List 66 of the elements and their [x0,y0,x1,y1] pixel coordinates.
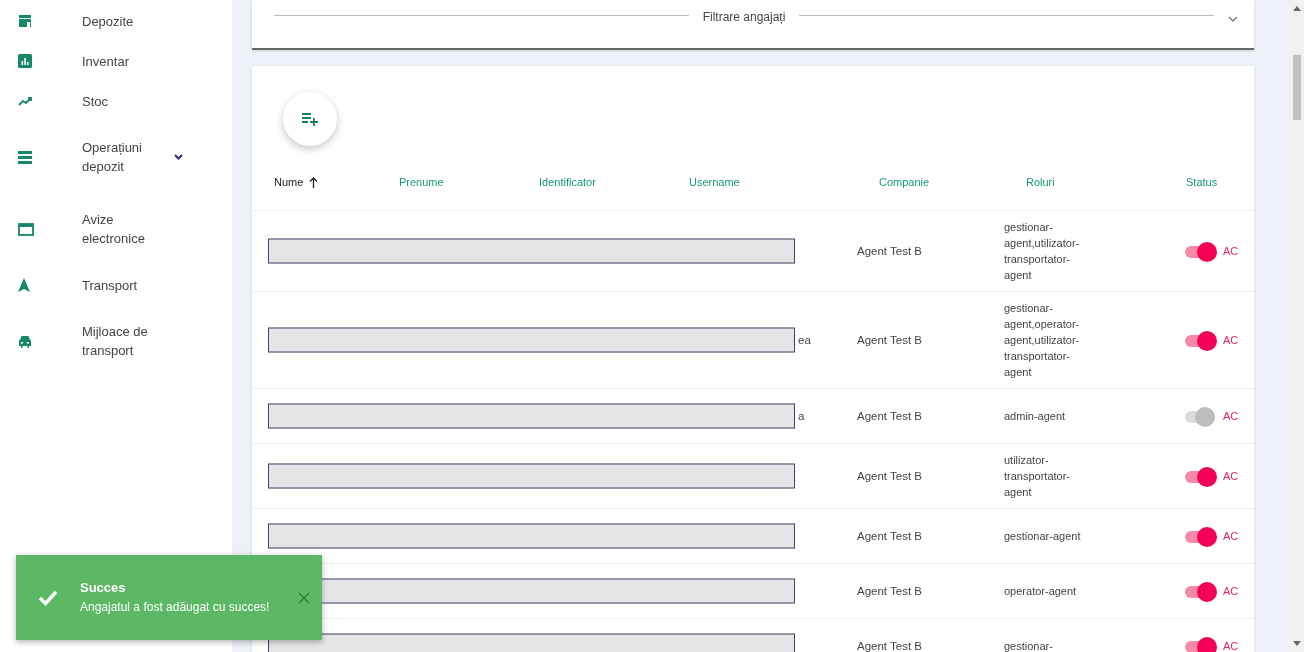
scroll-down-icon[interactable] [1293,641,1301,646]
status-toggle[interactable] [1183,241,1217,261]
filter-panel[interactable]: Filtrare angajați [252,0,1254,50]
table-cell: Agent Test B [857,640,922,652]
chart-icon [18,54,32,68]
status-text: AC [1223,640,1239,652]
status-text: AC [1223,530,1239,542]
close-button[interactable] [298,591,310,604]
table-cell-text: utilizator-transportator-agent [1004,453,1072,500]
status-text: AC [1223,245,1239,257]
navigation-icon [18,278,30,292]
status-toggle[interactable] [1183,636,1217,652]
toast-title: Succes [80,579,127,595]
chevron-icon[interactable] [1228,16,1238,22]
status-text: AC [1223,585,1239,597]
window-icon [18,222,34,236]
table-cell: Agent Test B [857,530,922,542]
column-header[interactable]: Identificator [539,176,689,188]
sidebar-item[interactable]: Avize electronice [0,196,232,262]
status-text: AC [1223,334,1239,346]
car-icon [18,334,32,348]
table-cell-text: gestionar-agent [1004,529,1082,544]
store-icon [18,14,32,28]
sidebar-item[interactable]: Transport [0,268,232,302]
status-toggle[interactable] [1183,466,1217,486]
column-header[interactable]: Companie [879,176,1026,188]
table-cell: ea [798,334,811,346]
status-text: AC [1223,410,1239,422]
column-header[interactable]: Status [1186,176,1254,188]
close-icon [298,591,310,604]
trend-icon [18,96,33,106]
sidebar-item[interactable]: Mijloace de transport [0,308,232,374]
status-toggle[interactable] [1183,406,1217,426]
table-cell-text: operator-agent [1004,584,1078,599]
sidebar-item[interactable]: Operațiuni depozit [0,124,232,190]
toast-message: Angajatul a fost adăugat cu succes! [80,598,271,616]
column-header[interactable]: Prenume [399,176,539,188]
table-cell: Agent Test B [857,585,922,597]
status-toggle[interactable] [1183,581,1217,601]
scrollbar-thumb[interactable] [1293,55,1301,120]
add-list-button[interactable] [283,92,337,146]
table-cell-text: admin-agent [1004,409,1067,424]
status-toggle[interactable] [1183,526,1217,546]
table-cell: Agent Test B [857,245,922,257]
scroll-up-icon[interactable] [1293,6,1301,11]
table-cell: Agent Test B [857,334,922,346]
sidebar-item[interactable]: Depozite [0,4,232,38]
table-cell-text: gestionar-agent,operator-agent,utilizator-transportator-agent [1004,301,1081,380]
status-text: AC [1223,470,1239,482]
table-cell: a [798,410,805,422]
sidebar-item[interactable]: Stoc [0,84,232,118]
check-icon [38,589,58,606]
scrollbar[interactable] [1290,0,1304,652]
column-header[interactable]: Username [689,176,879,188]
table-cell-text: gestionar-agent,utilizator-transportator-agent [1004,220,1081,283]
table-cell: Agent Test B [857,410,922,422]
filter-title: Filtrare angajați [702,10,786,24]
sidebar-item[interactable]: Inventar [0,44,232,78]
list-icon [18,150,32,164]
playlist-add-icon [302,112,318,126]
column-header[interactable]: Roluri [1026,176,1186,188]
sort-arrow-icon [309,176,319,188]
table-cell-text: gestionar- [1004,639,1054,652]
table-cell: Agent Test B [857,470,922,482]
status-toggle[interactable] [1183,330,1217,350]
column-header[interactable]: Nume [274,176,399,188]
